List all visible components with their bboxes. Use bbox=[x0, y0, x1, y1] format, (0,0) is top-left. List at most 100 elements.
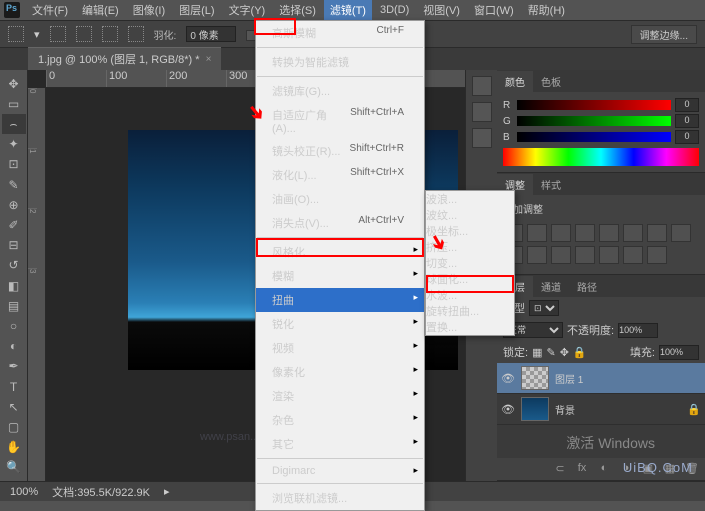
menu-layer[interactable]: 图层(L) bbox=[173, 0, 220, 20]
menu-filter[interactable]: 滤镜(T) bbox=[324, 0, 372, 20]
filter-menu-item[interactable]: 锐化 bbox=[256, 312, 424, 336]
sel-new-icon[interactable] bbox=[50, 26, 66, 42]
filter-menu-item[interactable]: 转换为智能滤镜 bbox=[256, 50, 424, 74]
submenu-item[interactable]: 水波... bbox=[426, 287, 514, 303]
filter-menu-item[interactable]: 渲染 bbox=[256, 384, 424, 408]
history-brush-tool[interactable]: ↺ bbox=[2, 256, 26, 275]
properties-panel-icon[interactable] bbox=[472, 128, 492, 148]
menu-3d[interactable]: 3D(D) bbox=[374, 2, 415, 18]
g-slider[interactable] bbox=[517, 116, 671, 126]
close-tab-icon[interactable]: × bbox=[206, 54, 212, 65]
path-tool[interactable]: ↖ bbox=[2, 397, 26, 416]
mask-icon[interactable]: ◐ bbox=[597, 462, 611, 476]
adj-poster-icon[interactable] bbox=[575, 246, 595, 264]
eyedropper-tool[interactable]: ✎ bbox=[2, 175, 26, 194]
stamp-tool[interactable]: ⊟ bbox=[2, 236, 26, 255]
layer-name[interactable]: 图层 1 bbox=[555, 371, 583, 386]
menu-file[interactable]: 文件(F) bbox=[26, 0, 74, 20]
submenu-item[interactable]: 球面化... bbox=[426, 271, 514, 287]
adj-bw-icon[interactable] bbox=[647, 224, 667, 242]
submenu-item[interactable]: 切变... bbox=[426, 255, 514, 271]
filter-menu-item[interactable]: 扭曲 bbox=[256, 288, 424, 312]
sel-add-icon[interactable] bbox=[76, 26, 92, 42]
menu-edit[interactable]: 编辑(E) bbox=[76, 0, 125, 20]
tool-preset-icon[interactable] bbox=[8, 26, 24, 42]
filter-menu-item[interactable]: 滤镜库(G)... bbox=[256, 79, 424, 103]
pen-tool[interactable]: ✒ bbox=[2, 357, 26, 376]
menu-image[interactable]: 图像(I) bbox=[127, 0, 171, 20]
adj-sel-icon[interactable] bbox=[647, 246, 667, 264]
feather-input[interactable] bbox=[186, 26, 236, 42]
sel-sub-icon[interactable] bbox=[102, 26, 118, 42]
eraser-tool[interactable]: ◧ bbox=[2, 276, 26, 295]
menu-type[interactable]: 文字(Y) bbox=[223, 0, 272, 20]
fill-input[interactable] bbox=[659, 345, 699, 360]
lock-pixel-icon[interactable]: ✎ bbox=[546, 346, 555, 359]
filter-menu-item[interactable]: 像素化 bbox=[256, 360, 424, 384]
opacity-input[interactable] bbox=[618, 323, 658, 338]
adj-levels-icon[interactable] bbox=[527, 224, 547, 242]
submenu-item[interactable]: 波纹... bbox=[426, 207, 514, 223]
adj-grad-icon[interactable] bbox=[623, 246, 643, 264]
adj-lookup-icon[interactable] bbox=[527, 246, 547, 264]
tab-paths[interactable]: 路径 bbox=[569, 276, 605, 297]
layer-thumb[interactable] bbox=[521, 397, 549, 421]
menu-window[interactable]: 窗口(W) bbox=[468, 0, 520, 20]
tab-styles[interactable]: 样式 bbox=[533, 174, 569, 195]
lasso-tool[interactable]: ⌢ bbox=[2, 114, 26, 133]
visibility-icon[interactable]: 👁 bbox=[501, 403, 515, 416]
filter-menu-item[interactable]: 高斯模糊Ctrl+F bbox=[256, 21, 424, 45]
spectrum-bar[interactable] bbox=[503, 148, 699, 166]
lock-trans-icon[interactable]: ▦ bbox=[532, 346, 542, 359]
wand-tool[interactable]: ✦ bbox=[2, 135, 26, 154]
adj-curves-icon[interactable] bbox=[551, 224, 571, 242]
adj-thresh-icon[interactable] bbox=[599, 246, 619, 264]
shape-tool[interactable]: ▢ bbox=[2, 417, 26, 436]
hand-tool[interactable]: ✋ bbox=[2, 438, 26, 457]
tab-color[interactable]: 颜色 bbox=[497, 71, 533, 92]
fx-icon[interactable]: fx bbox=[575, 462, 589, 476]
filter-menu-item[interactable]: 模糊 bbox=[256, 264, 424, 288]
brush-tool[interactable]: ✐ bbox=[2, 215, 26, 234]
filter-menu-item[interactable]: 自适应广角(A)...Shift+Ctrl+A bbox=[256, 103, 424, 139]
filter-menu-item[interactable]: 镜头校正(R)...Shift+Ctrl+R bbox=[256, 139, 424, 163]
submenu-item[interactable]: 旋转扭曲... bbox=[426, 303, 514, 319]
adj-photo-icon[interactable] bbox=[671, 224, 691, 242]
adj-exposure-icon[interactable] bbox=[575, 224, 595, 242]
filter-menu-item[interactable]: 其它 bbox=[256, 432, 424, 456]
gradient-tool[interactable]: ▤ bbox=[2, 296, 26, 315]
submenu-item[interactable]: 波浪... bbox=[426, 191, 514, 207]
history-panel-icon[interactable] bbox=[472, 76, 492, 96]
r-slider[interactable] bbox=[517, 100, 671, 110]
doc-info[interactable]: 文档:395.5K/922.9K bbox=[52, 484, 150, 500]
lock-all-icon[interactable]: 🔒 bbox=[573, 346, 587, 359]
filter-menu-item[interactable]: 风格化 bbox=[256, 240, 424, 264]
kind-select[interactable]: ⊡ bbox=[529, 300, 559, 316]
submenu-item[interactable]: 置换... bbox=[426, 319, 514, 335]
filter-menu-item[interactable]: 消失点(V)...Alt+Ctrl+V bbox=[256, 211, 424, 235]
refine-edge-button[interactable]: 调整边缘... bbox=[631, 25, 697, 44]
filter-menu-item[interactable]: 液化(L)...Shift+Ctrl+X bbox=[256, 163, 424, 187]
filter-menu-item[interactable]: 浏览联机滤镜... bbox=[256, 486, 424, 510]
b-value[interactable]: 0 bbox=[675, 130, 699, 144]
dodge-tool[interactable]: ◐ bbox=[2, 337, 26, 356]
document-tab[interactable]: 1.jpg @ 100% (图层 1, RGB/8*) * × bbox=[28, 47, 221, 70]
lock-pos-icon[interactable]: ✥ bbox=[560, 346, 569, 359]
zoom-tool[interactable]: 🔍 bbox=[2, 458, 26, 477]
adj-invert-icon[interactable] bbox=[551, 246, 571, 264]
layer-row[interactable]: 👁 背景 🔒 bbox=[497, 394, 705, 425]
crop-tool[interactable]: ⊡ bbox=[2, 155, 26, 174]
g-value[interactable]: 0 bbox=[675, 114, 699, 128]
move-tool[interactable]: ✥ bbox=[2, 74, 26, 93]
adj-hue-icon[interactable] bbox=[623, 224, 643, 242]
layer-name[interactable]: 背景 bbox=[555, 402, 575, 417]
marquee-tool[interactable]: ▭ bbox=[2, 94, 26, 113]
actions-panel-icon[interactable] bbox=[472, 102, 492, 122]
type-tool[interactable]: T bbox=[2, 377, 26, 396]
menu-select[interactable]: 选择(S) bbox=[273, 0, 322, 20]
menu-help[interactable]: 帮助(H) bbox=[522, 0, 571, 20]
tab-channels[interactable]: 通道 bbox=[533, 276, 569, 297]
filter-menu-item[interactable]: 油画(O)... bbox=[256, 187, 424, 211]
layer-thumb[interactable] bbox=[521, 366, 549, 390]
zoom-level[interactable]: 100% bbox=[10, 486, 38, 498]
